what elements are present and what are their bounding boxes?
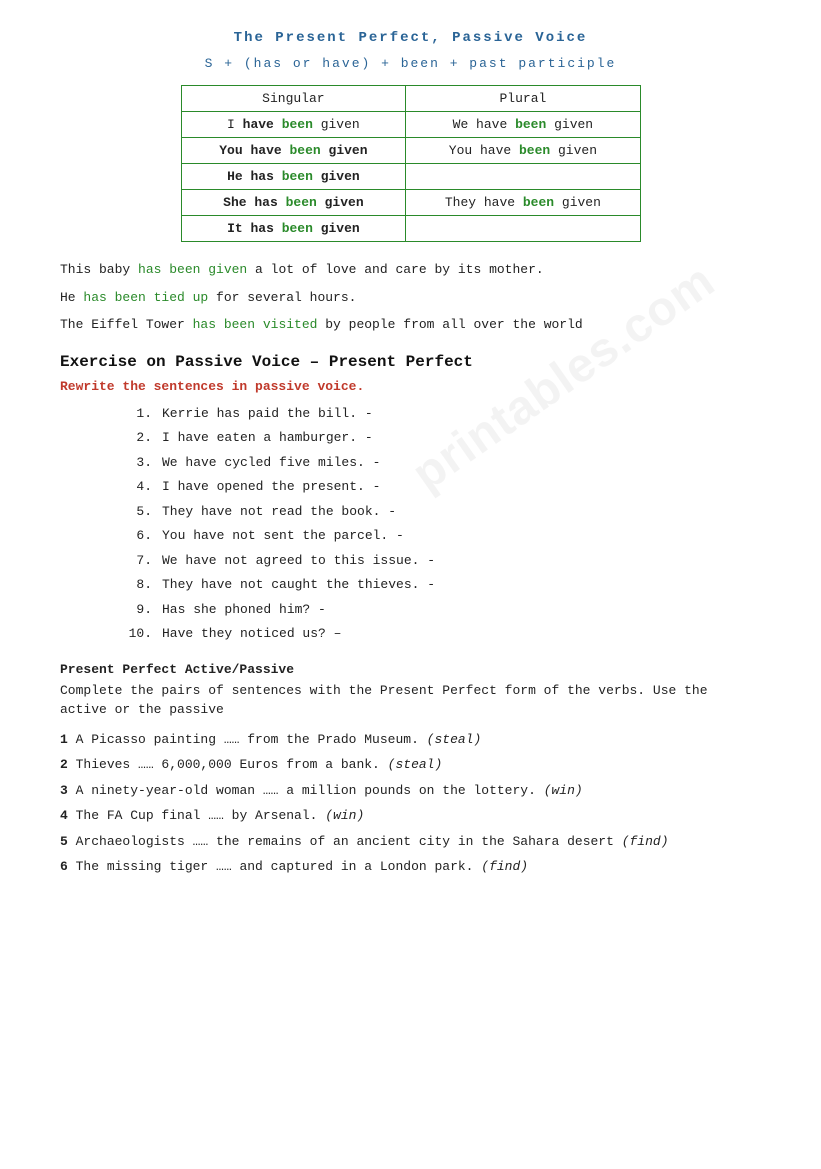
list-item: 7.We have not agreed to this issue. -: [120, 551, 761, 571]
table-row: You have been given You have been given: [181, 138, 640, 164]
list-item: 8.They have not caught the thieves. -: [120, 575, 761, 595]
list-item: 5.They have not read the book. -: [120, 502, 761, 522]
example-1: This baby has been given a lot of love a…: [60, 260, 761, 280]
ap-item-4: 4 The FA Cup final …… by Arsenal. (win): [60, 806, 761, 826]
table-cell: I have been given: [181, 112, 406, 138]
table-header-plural: Plural: [406, 86, 640, 112]
table-cell: She has been given: [181, 190, 406, 216]
list-item: 3.We have cycled five miles. -: [120, 453, 761, 473]
list-item: 4.I have opened the present. -: [120, 477, 761, 497]
table-cell: It has been given: [181, 216, 406, 242]
table-cell: [406, 216, 640, 242]
example-2: He has been tied up for several hours.: [60, 288, 761, 308]
table-cell: They have been given: [406, 190, 640, 216]
table-cell: We have been given: [406, 112, 640, 138]
table-row: I have been given We have been given: [181, 112, 640, 138]
page-title: The Present Perfect, Passive Voice: [60, 30, 761, 46]
exercise-list: 1.Kerrie has paid the bill. - 2.I have e…: [120, 404, 761, 644]
table-cell: You have been given: [181, 138, 406, 164]
table-row: He has been given: [181, 164, 640, 190]
ap-item-3: 3 A ninety-year-old woman …… a million p…: [60, 781, 761, 801]
table-row: It has been given: [181, 216, 640, 242]
list-item: 6.You have not sent the parcel. -: [120, 526, 761, 546]
example-3: The Eiffel Tower has been visited by peo…: [60, 315, 761, 335]
table-cell: [406, 164, 640, 190]
list-item: 1.Kerrie has paid the bill. -: [120, 404, 761, 424]
conjugation-table: Singular Plural I have been given We hav…: [181, 85, 641, 242]
active-passive-instruction: Complete the pairs of sentences with the…: [60, 681, 761, 720]
ap-item-1: 1 A Picasso painting …… from the Prado M…: [60, 730, 761, 750]
exercise-title: Exercise on Passive Voice – Present Perf…: [60, 353, 761, 371]
active-passive-title: Present Perfect Active/Passive: [60, 662, 761, 677]
formula: S + (has or have) + been + past particip…: [60, 56, 761, 71]
list-item: 2.I have eaten a hamburger. -: [120, 428, 761, 448]
ap-item-2: 2 Thieves …… 6,000,000 Euros from a bank…: [60, 755, 761, 775]
examples-section: This baby has been given a lot of love a…: [60, 260, 761, 335]
list-item: 10.Have they noticed us? –: [120, 624, 761, 644]
table-cell: You have been given: [406, 138, 640, 164]
table-header-singular: Singular: [181, 86, 406, 112]
ap-item-6: 6 The missing tiger …… and captured in a…: [60, 857, 761, 877]
table-cell: He has been given: [181, 164, 406, 190]
list-item: 9.Has she phoned him? -: [120, 600, 761, 620]
table-row: She has been given They have been given: [181, 190, 640, 216]
active-passive-section: Present Perfect Active/Passive Complete …: [60, 662, 761, 877]
exercise-instruction: Rewrite the sentences in passive voice.: [60, 379, 761, 394]
ap-item-5: 5 Archaeologists …… the remains of an an…: [60, 832, 761, 852]
